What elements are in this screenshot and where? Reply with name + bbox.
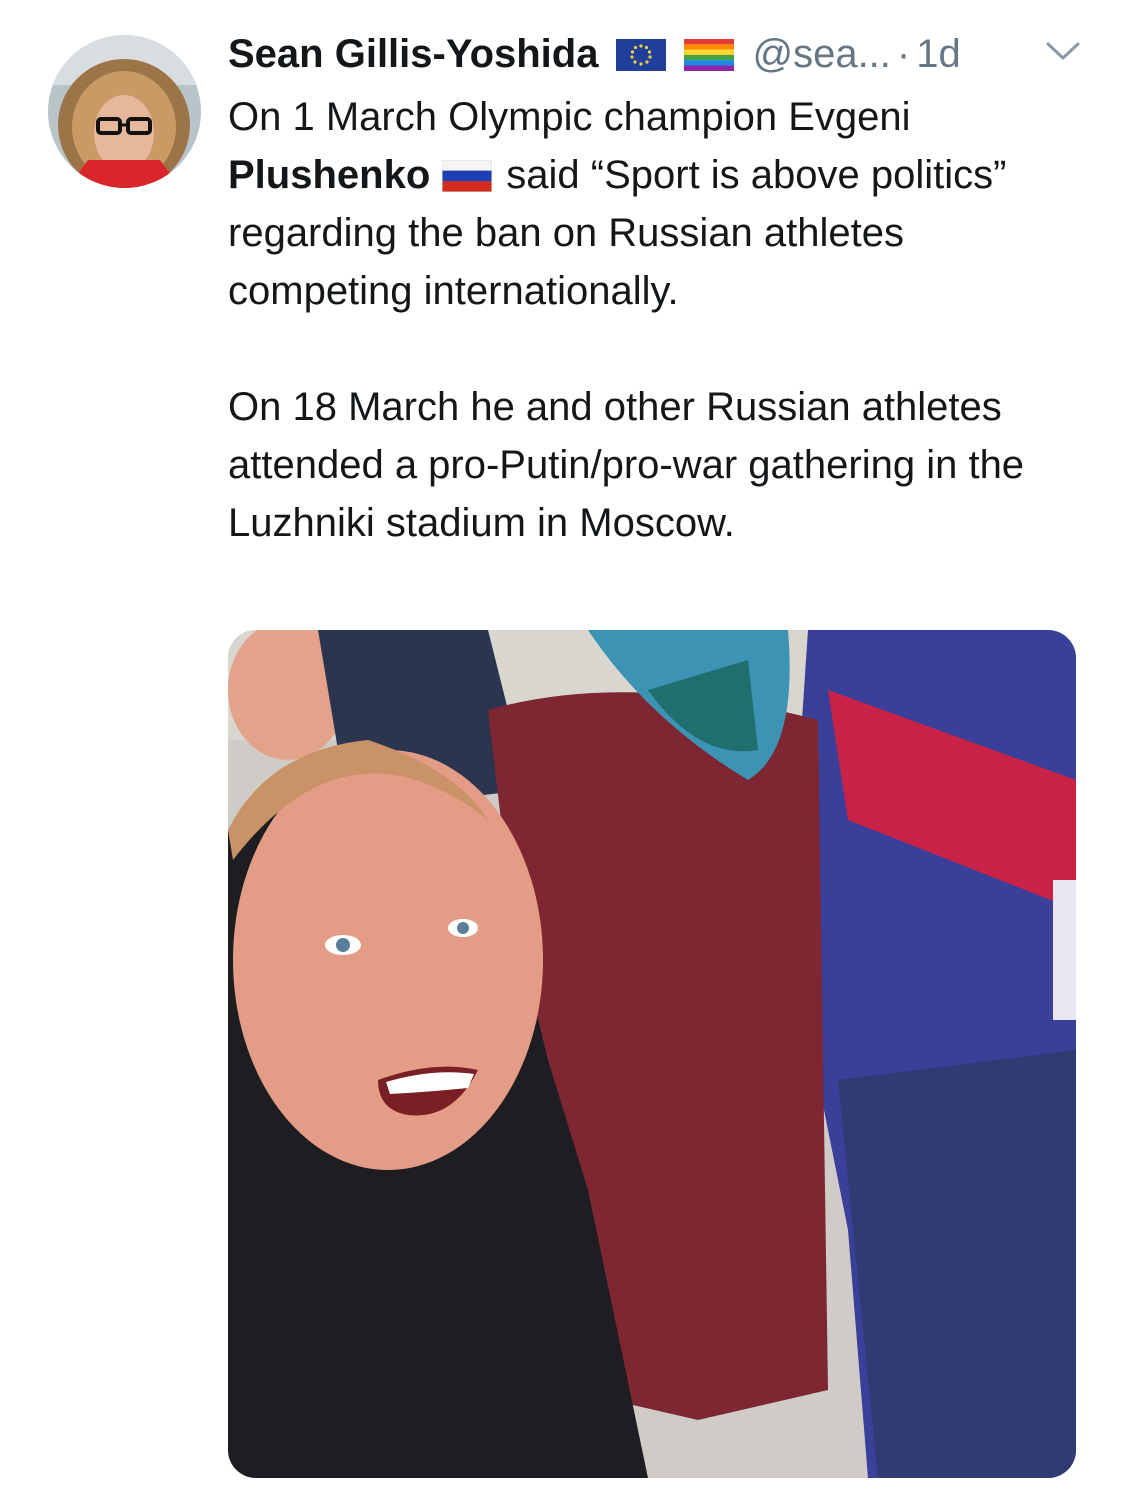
- timestamp[interactable]: 1d: [916, 32, 961, 77]
- paragraph-2: On 18 March he and other Russian athlete…: [228, 385, 1025, 545]
- author-avatar[interactable]: [48, 35, 201, 188]
- tweet[interactable]: Sean Gillis-Yoshida @sea... · 1d On 1 Ma…: [0, 0, 1125, 1494]
- paragraph-1-intro: On 1 March Olympic champion Evgeni: [228, 95, 911, 139]
- author-name[interactable]: Sean Gillis-Yoshida: [228, 32, 598, 77]
- tweet-text: On 1 March Olympic champion Evgeni Plush…: [228, 88, 1088, 552]
- russia-flag-icon: [442, 160, 493, 192]
- tweet-photo[interactable]: [228, 630, 1076, 1478]
- highlighted-name: Plushenko: [228, 153, 431, 197]
- chevron-down-icon[interactable]: [1045, 40, 1081, 62]
- eu-flag-icon: [616, 39, 667, 71]
- paragraph-1: On 1 March Olympic champion Evgeni Plush…: [228, 88, 1088, 320]
- author-handle[interactable]: @sea...: [752, 32, 890, 77]
- separator: ·: [896, 31, 911, 76]
- rainbow-flag-icon: [684, 39, 735, 71]
- tweet-header: Sean Gillis-Yoshida @sea... · 1d: [228, 30, 961, 78]
